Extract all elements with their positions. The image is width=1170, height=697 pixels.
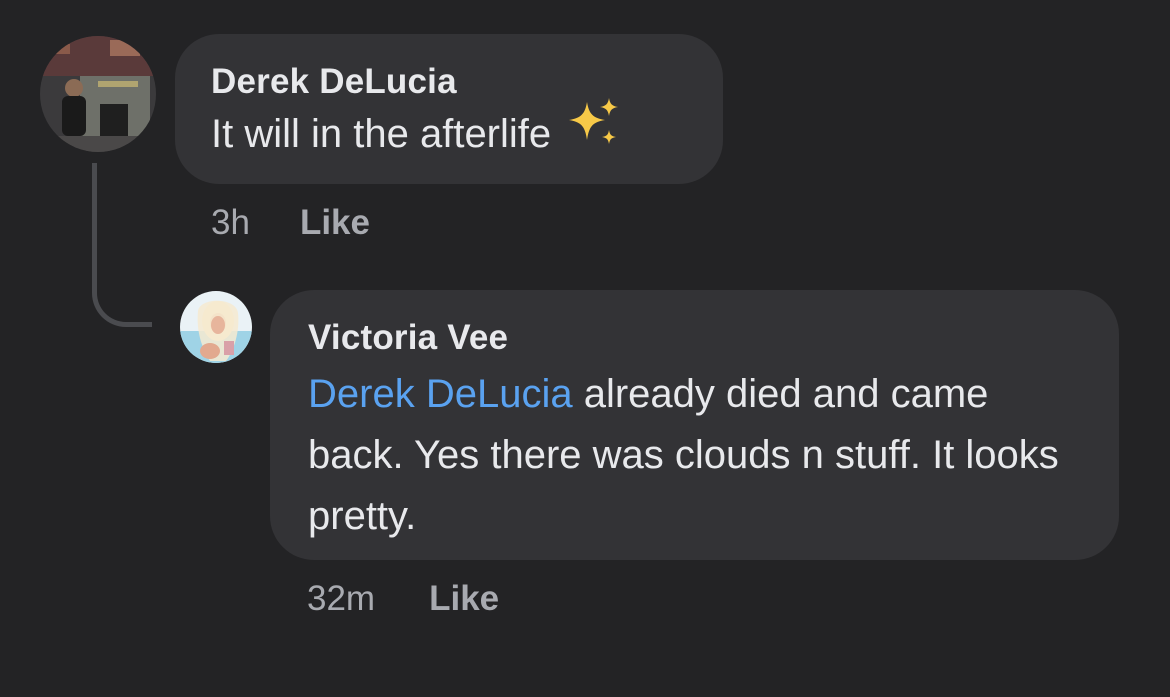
mention-link[interactable]: Derek DeLucia xyxy=(308,372,573,416)
like-button[interactable]: Like xyxy=(429,579,499,619)
thread-connector-line xyxy=(92,163,152,327)
reply-text: Derek DeLucia already died and came back… xyxy=(308,364,1083,547)
comment-bubble: Derek DeLucia It will in the afterlife xyxy=(175,34,723,184)
comment-meta: 3h Like xyxy=(211,203,370,243)
comment-text-body: It will in the afterlife xyxy=(211,112,552,156)
avatar-derek[interactable] xyxy=(40,36,156,152)
sparkles-icon xyxy=(565,96,621,166)
like-button[interactable]: Like xyxy=(300,203,370,243)
reply-bubble: Victoria Vee Derek DeLucia already died … xyxy=(270,290,1119,560)
reply-timestamp[interactable]: 32m xyxy=(307,579,375,619)
comment-text: It will in the afterlife xyxy=(211,98,687,166)
reply-author[interactable]: Victoria Vee xyxy=(308,318,1083,358)
avatar-victoria[interactable] xyxy=(180,291,252,363)
reply-meta: 32m Like xyxy=(307,579,499,619)
comment-timestamp[interactable]: 3h xyxy=(211,203,250,243)
